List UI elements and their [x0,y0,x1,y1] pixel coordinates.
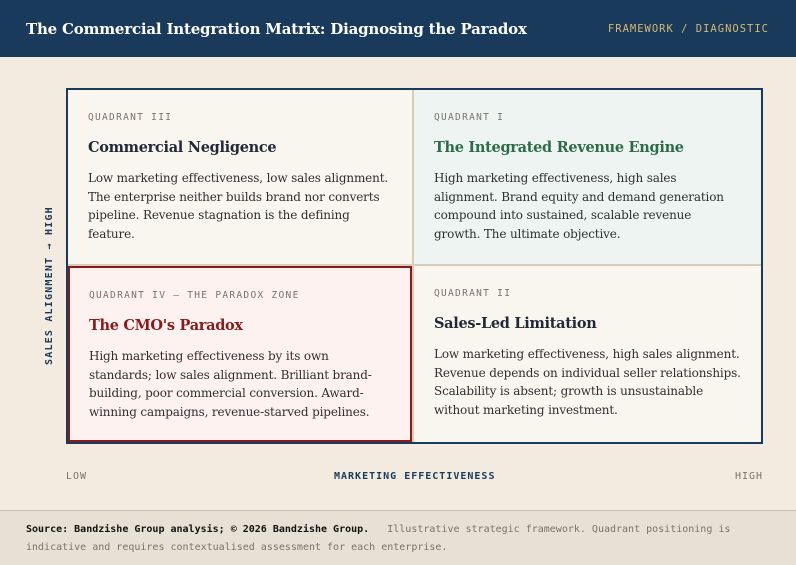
quadrant-label: QUADRANT I [434,112,505,123]
footer-source: Source: Bandzishe Group analysis; © 2026… [26,524,370,535]
quadrant-title: The CMO's Paradox [89,317,243,334]
quadrant-description: Low marketing effectiveness, low sales a… [88,171,389,242]
page-title: The Commercial Integration Matrix: Diagn… [26,19,527,38]
quadrant-description: High marketing effectiveness, high sales… [434,171,724,242]
quadrant-label: QUADRANT IV — THE PARADOX ZONE [89,290,300,301]
y-axis-label: SALES ALIGNMENT → HIGH [44,206,55,365]
quadrant-label: QUADRANT III [88,112,173,123]
quadrant-label: QUADRANT II [434,288,512,299]
x-axis-label: MARKETING EFFECTIVENESS [334,471,496,482]
quadrant-iv-paradox-zone: QUADRANT IV — THE PARADOX ZONE The CMO's… [68,266,412,442]
quadrant-ii: QUADRANT II Sales-Led Limitation Low mar… [414,266,761,442]
header-bar: The Commercial Integration Matrix: Diagn… [0,0,796,57]
quadrant-title: Commercial Negligence [88,139,277,156]
header-tag: FRAMEWORK / DIAGNOSTIC [607,22,769,35]
quadrant-i: QUADRANT I The Integrated Revenue Engine… [414,90,761,266]
quadrant-description: Low marketing effectiveness, high sales … [434,347,741,418]
matrix-grid: QUADRANT III Commercial Negligence Low m… [66,88,763,444]
x-axis-high-label: HIGH [735,471,764,482]
footer: Source: Bandzishe Group analysis; © 2026… [0,510,796,565]
quadrant-description: High marketing effectiveness by its own … [89,349,372,420]
quadrant-iii: QUADRANT III Commercial Negligence Low m… [68,90,414,266]
quadrant-title: The Integrated Revenue Engine [434,139,684,156]
quadrant-title: Sales-Led Limitation [434,315,597,332]
x-axis-low-label: LOW [66,471,88,482]
